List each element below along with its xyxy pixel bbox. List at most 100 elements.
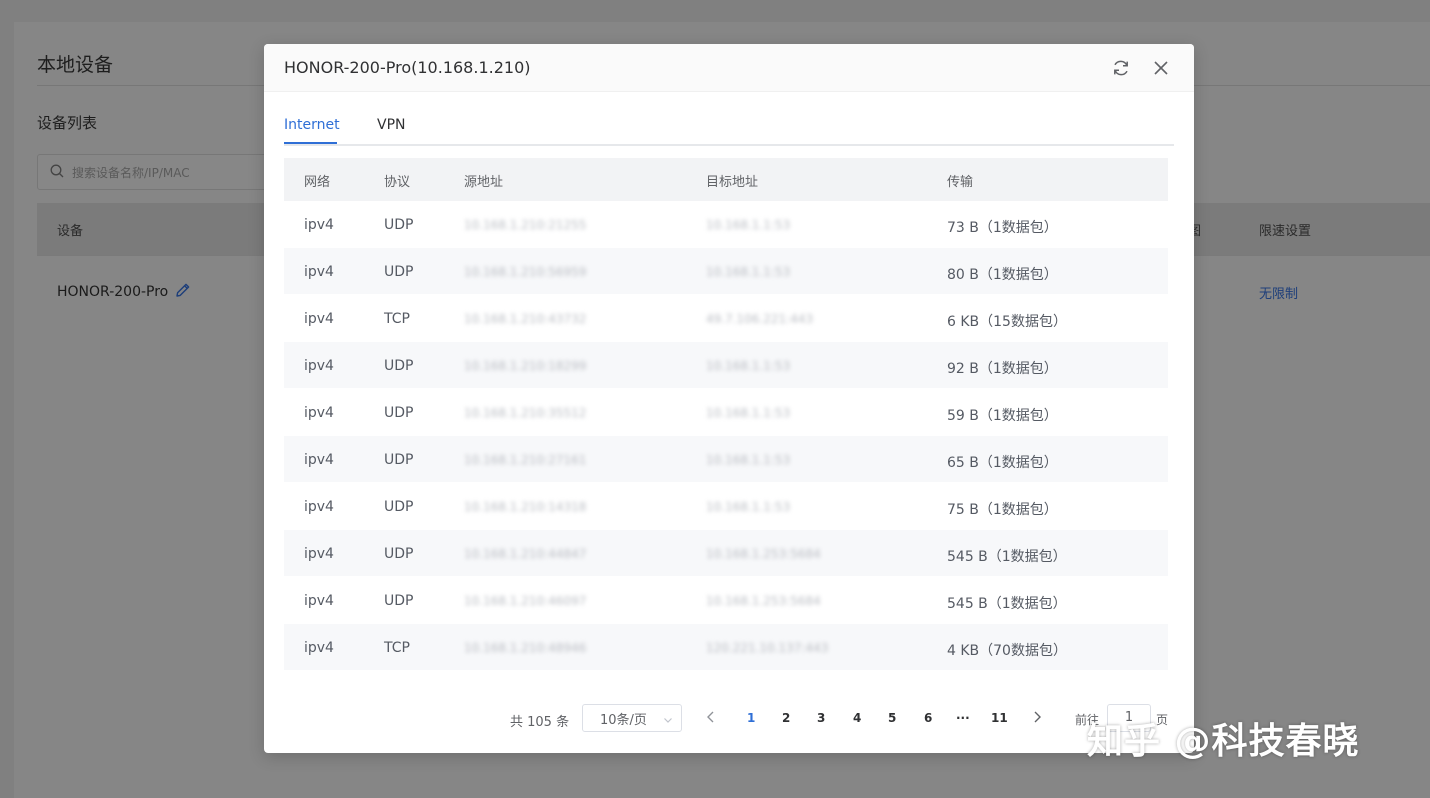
cell-transfer: 73 B（1数据包）: [947, 220, 1058, 236]
cell-source: 10.168.1.210:21255: [464, 218, 587, 232]
cell-source: 10.168.1.210:46097: [464, 594, 587, 608]
cell-target: 10.168.1.1:53: [706, 453, 791, 467]
cell-transfer: 92 B（1数据包）: [947, 361, 1058, 377]
page-button-4[interactable]: 4: [853, 711, 861, 725]
section-title: 设备列表: [37, 114, 98, 132]
table-row: ipv4 TCP 10.168.1.210:48946 120.221.10.1…: [284, 624, 1168, 671]
column-header-source: 源地址: [464, 175, 504, 190]
page-title: 本地设备: [37, 54, 114, 76]
cell-protocol: UDP: [384, 452, 414, 468]
page-button-1[interactable]: 1: [747, 711, 755, 725]
page-button-5[interactable]: 5: [888, 711, 896, 725]
cell-network: ipv4: [304, 358, 334, 374]
cell-network: ipv4: [304, 640, 334, 656]
cell-source: 10.168.1.210:48946: [464, 641, 587, 655]
cell-transfer: 6 KB（15数据包）: [947, 314, 1067, 330]
next-page-icon[interactable]: [1031, 709, 1043, 729]
column-header-transfer: 传输: [947, 175, 974, 190]
chevron-down-icon: [663, 714, 673, 729]
cell-transfer: 545 B（1数据包）: [947, 549, 1067, 565]
watermark: 知乎 @科技春晓: [1087, 721, 1360, 762]
search-icon: [50, 163, 64, 182]
table-row: ipv4 UDP 10.168.1.210:46097 10.168.1.253…: [284, 577, 1168, 624]
table-row: ipv4 UDP 10.168.1.210:35512 10.168.1.1:5…: [284, 389, 1168, 436]
page-ellipsis[interactable]: ···: [956, 711, 970, 725]
page-button-6[interactable]: 6: [924, 711, 932, 725]
cell-protocol: UDP: [384, 405, 414, 421]
dialog-title: HONOR-200-Pro(10.168.1.210): [284, 58, 531, 77]
cell-network: ipv4: [304, 264, 334, 280]
cell-source: 10.168.1.210:35512: [464, 406, 587, 420]
search-placeholder: 搜索设备名称/IP/MAC: [72, 165, 190, 180]
connection-dialog: HONOR-200-Pro(10.168.1.210) Internet VPN…: [264, 44, 1194, 753]
column-header-limit: 限速设置: [1259, 224, 1312, 239]
page-size-select[interactable]: 10条/页: [582, 704, 682, 732]
tab-active-indicator: [284, 142, 337, 144]
column-header-network: 网络: [304, 175, 331, 190]
cell-network: ipv4: [304, 217, 334, 233]
page-button-3[interactable]: 3: [817, 711, 825, 725]
cell-transfer: 65 B（1数据包）: [947, 455, 1058, 471]
table-row: ipv4 UDP 10.168.1.210:18299 10.168.1.1:5…: [284, 342, 1168, 389]
cell-transfer: 80 B（1数据包）: [947, 267, 1058, 283]
cell-protocol: UDP: [384, 593, 414, 609]
cell-source: 10.168.1.210:14318: [464, 500, 587, 514]
column-header-target: 目标地址: [706, 175, 759, 190]
cell-protocol: TCP: [384, 311, 410, 327]
cell-target: 10.168.1.1:53: [706, 406, 791, 420]
page-size-value: 10条/页: [600, 712, 647, 728]
cell-target: 10.168.1.1:53: [706, 265, 791, 279]
cell-transfer: 75 B（1数据包）: [947, 502, 1058, 518]
tab-internet[interactable]: Internet: [284, 117, 340, 133]
cell-protocol: UDP: [384, 546, 414, 562]
dialog-header: HONOR-200-Pro(10.168.1.210): [264, 44, 1194, 92]
column-header-device: 设备: [57, 224, 84, 239]
edit-icon[interactable]: [174, 281, 192, 303]
cell-network: ipv4: [304, 546, 334, 562]
connection-table: 网络 协议 源地址 目标地址 传输 ipv4 UDP 10.168.1.210:…: [284, 158, 1168, 671]
table-row: ipv4 UDP 10.168.1.210:27161 10.168.1.1:5…: [284, 436, 1168, 483]
cell-protocol: TCP: [384, 640, 410, 656]
limit-link[interactable]: 无限制: [1259, 283, 1298, 302]
table-row: ipv4 UDP 10.168.1.210:14318 10.168.1.1:5…: [284, 483, 1168, 530]
cell-source: 10.168.1.210:56959: [464, 265, 587, 279]
cell-target: 10.168.1.1:53: [706, 218, 791, 232]
tab-bar: Internet VPN: [284, 108, 1174, 146]
table-row: ipv4 UDP 10.168.1.210:21255 10.168.1.1:5…: [284, 201, 1168, 248]
cell-target: 10.168.1.253:5684: [706, 547, 821, 561]
cell-target: 49.7.106.221:443: [706, 312, 814, 326]
cell-protocol: UDP: [384, 217, 414, 233]
table-header: 网络 协议 源地址 目标地址 传输: [284, 158, 1168, 201]
table-row: ipv4 UDP 10.168.1.210:44847 10.168.1.253…: [284, 530, 1168, 577]
refresh-icon[interactable]: [1109, 56, 1133, 80]
tab-vpn[interactable]: VPN: [377, 117, 406, 133]
cell-source: 10.168.1.210:43732: [464, 312, 587, 326]
table-row: ipv4 UDP 10.168.1.210:56959 10.168.1.1:5…: [284, 248, 1168, 295]
cell-target: 10.168.1.1:53: [706, 500, 791, 514]
device-name: HONOR-200-Pro: [57, 284, 169, 300]
cell-network: ipv4: [304, 499, 334, 515]
cell-transfer: 545 B（1数据包）: [947, 596, 1067, 612]
cell-network: ipv4: [304, 452, 334, 468]
close-icon[interactable]: [1149, 56, 1173, 80]
cell-source: 10.168.1.210:18299: [464, 359, 587, 373]
cell-transfer: 59 B（1数据包）: [947, 408, 1058, 424]
cell-network: ipv4: [304, 593, 334, 609]
cell-network: ipv4: [304, 311, 334, 327]
cell-network: ipv4: [304, 405, 334, 421]
cell-target: 10.168.1.1:53: [706, 359, 791, 373]
cell-protocol: UDP: [384, 499, 414, 515]
cell-protocol: UDP: [384, 264, 414, 280]
cell-source: 10.168.1.210:27161: [464, 453, 587, 467]
page-button-2[interactable]: 2: [782, 711, 790, 725]
total-count: 共 105 条: [510, 715, 570, 730]
pagination: 共 105 条 10条/页 1 2 3 4 5 6 ··· 11 前往 1 页: [264, 704, 1194, 734]
search-input[interactable]: 搜索设备名称/IP/MAC: [37, 154, 277, 190]
cell-target: 10.168.1.253:5684: [706, 594, 821, 608]
cell-protocol: UDP: [384, 358, 414, 374]
column-header-protocol: 协议: [384, 175, 411, 190]
cell-target: 120.221.10.137:443: [706, 641, 829, 655]
page-button-11[interactable]: 11: [991, 711, 1008, 725]
cell-source: 10.168.1.210:44847: [464, 547, 587, 561]
prev-page-icon[interactable]: [705, 709, 717, 729]
